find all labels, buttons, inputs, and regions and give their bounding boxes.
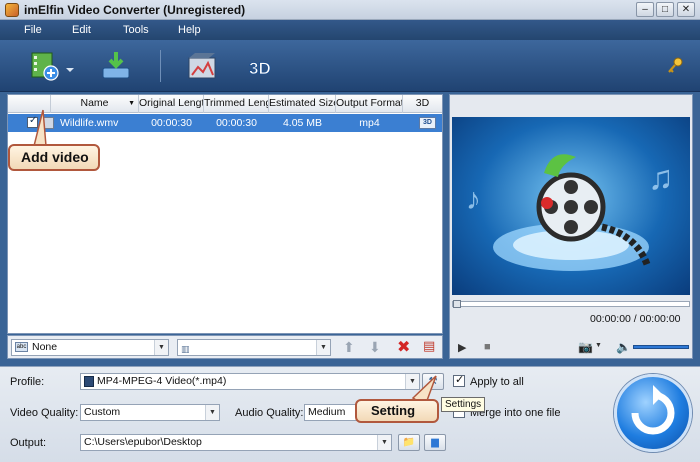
video-reel-logo-icon: ♪ ♫ — [466, 154, 674, 271]
app-logo-icon — [5, 3, 19, 17]
film-trim-icon — [188, 53, 216, 79]
column-output-format[interactable]: Output Format — [336, 95, 403, 113]
svg-text:♫: ♫ — [648, 159, 674, 197]
seek-slider[interactable] — [452, 300, 690, 308]
subtitle-select[interactable]: abc None ▼ — [11, 339, 169, 356]
menu-edit[interactable]: Edit — [72, 24, 91, 36]
chevron-down-icon — [66, 68, 74, 72]
audio-quality-value: Medium — [308, 406, 346, 418]
3d-button[interactable]: 3D — [246, 48, 282, 84]
settings-panel: Profile: MP4-MPEG-4 Video(*.mp4) ▼ ⚒ ✓ A… — [0, 366, 700, 462]
toolbar-separator — [160, 50, 161, 82]
move-down-icon[interactable]: ⬇ — [369, 339, 381, 356]
key-icon — [668, 57, 683, 73]
preview-panel: ♪ ♫ 00:00:00 / 00:00:00 ▶ ■ 📷 ▼ 🔈 — [449, 94, 693, 359]
menu-bar: File Edit Tools Help — [0, 20, 700, 40]
video-quality-label: Video Quality: — [10, 407, 79, 419]
check-icon: ✓ — [455, 374, 465, 386]
add-video-button[interactable] — [28, 48, 64, 84]
seek-handle[interactable] — [453, 300, 461, 308]
column-original-length[interactable]: Original Length — [139, 95, 204, 113]
column-name-label: Name — [80, 97, 109, 109]
menu-help[interactable]: Help — [178, 24, 201, 36]
column-estimated-size[interactable]: Estimated Size — [269, 95, 336, 113]
output-path-field[interactable]: C:\Users\epubor\Desktop ▼ — [80, 434, 392, 451]
volume-icon[interactable]: 🔈 — [616, 340, 631, 354]
file-list-header: Name ▼ Original Length Trimmed Length Es… — [8, 95, 442, 113]
title-bar: imElfin Video Converter (Unregistered) –… — [0, 0, 700, 20]
folder-icon: 📁 — [402, 437, 416, 448]
3d-icon: 3D — [249, 59, 272, 79]
apply-to-all-label: Apply to all — [470, 376, 524, 388]
subtitle-icon: abc — [15, 342, 28, 352]
file-list: Name ▼ Original Length Trimmed Length Es… — [7, 94, 443, 334]
audio-track-icon: ▥ — [181, 344, 190, 354]
row-output-format: mp4 — [359, 117, 380, 129]
clear-list-icon[interactable]: ▤ — [423, 338, 435, 354]
chevron-down-icon: ▼ — [377, 435, 391, 450]
add-video-dropdown[interactable] — [64, 48, 76, 84]
file-list-footer: abc None ▼ ▥ ▼ ⬆ ⬇ ✖ ▤ — [7, 335, 443, 359]
convert-button[interactable] — [614, 374, 692, 452]
snapshot-icon[interactable]: 📷 — [578, 340, 593, 354]
minimize-button[interactable]: – — [636, 2, 654, 17]
svg-text:♪: ♪ — [466, 183, 481, 216]
open-folder-button[interactable]: ▆ — [424, 434, 446, 451]
row-original-length: 00:00:30 — [151, 117, 192, 129]
chevron-down-icon: ▼ — [205, 405, 219, 420]
output-path-value: C:\Users\epubor\Desktop — [84, 436, 202, 448]
import-button[interactable] — [98, 48, 134, 84]
add-video-icon — [31, 52, 59, 81]
audio-quality-label: Audio Quality: — [235, 407, 304, 419]
add-video-pointer — [33, 109, 47, 147]
browse-button[interactable]: 📁 — [398, 434, 420, 451]
profile-value: MP4-MPEG-4 Video(*.mp4) — [97, 375, 227, 387]
register-button[interactable] — [664, 48, 686, 84]
apply-to-all-checkbox[interactable]: ✓ — [453, 374, 465, 387]
video-quality-select[interactable]: Custom ▼ — [80, 404, 220, 421]
preview-screen: ♪ ♫ — [452, 117, 690, 295]
film-icon — [84, 376, 94, 387]
volume-slider[interactable] — [633, 345, 689, 349]
convert-arrow-icon — [631, 385, 675, 435]
row-estimated-size: 4.05 MB — [282, 117, 323, 129]
audio-track-select[interactable]: ▥ ▼ — [177, 339, 331, 356]
trim-button[interactable] — [184, 48, 220, 84]
column-trimmed-length[interactable]: Trimmed Length — [204, 95, 269, 113]
video-quality-value: Custom — [84, 406, 121, 418]
playback-time: 00:00:00 / 00:00:00 — [590, 313, 681, 325]
chevron-down-icon: ▼ — [316, 340, 330, 355]
setting-callout: Setting — [355, 399, 439, 423]
close-button[interactable]: ✕ — [677, 2, 695, 17]
svg-text:3D: 3D — [249, 59, 271, 78]
delete-icon[interactable]: ✖ — [397, 337, 410, 357]
row-name: Wildlife.wmv — [60, 117, 119, 129]
menu-file[interactable]: File — [24, 24, 42, 36]
row-3d-badge[interactable]: 3D — [419, 117, 436, 129]
subtitle-value: None — [32, 341, 58, 353]
window-title: imElfin Video Converter (Unregistered) — [24, 3, 246, 17]
profile-select[interactable]: MP4-MPEG-4 Video(*.mp4) ▼ — [80, 373, 420, 390]
chevron-down-icon: ▼ — [154, 340, 168, 355]
chevron-down-icon[interactable]: ▼ — [595, 342, 602, 349]
column-3d[interactable]: 3D — [403, 95, 442, 113]
add-video-callout: Add video — [8, 144, 100, 171]
table-row[interactable]: Wildlife.wmv 00:00:30 00:00:30 4.05 MB m… — [8, 114, 442, 132]
sort-arrow-icon: ▼ — [128, 100, 135, 107]
output-label: Output: — [10, 437, 47, 449]
play-icon[interactable]: ▶ — [458, 341, 466, 354]
settings-tooltip: Settings — [441, 397, 486, 412]
row-trimmed-length: 00:00:30 — [216, 117, 257, 129]
move-up-icon[interactable]: ⬆ — [343, 339, 355, 356]
profile-label: Profile: — [10, 376, 45, 388]
download-tray-icon — [102, 52, 130, 79]
maximize-button[interactable]: □ — [656, 2, 674, 17]
stop-icon[interactable]: ■ — [484, 341, 491, 353]
menu-tools[interactable]: Tools — [123, 24, 149, 36]
folder-open-icon: ▆ — [431, 437, 439, 448]
column-name[interactable]: Name ▼ — [51, 95, 139, 113]
toolbar: 3D — [0, 40, 700, 92]
